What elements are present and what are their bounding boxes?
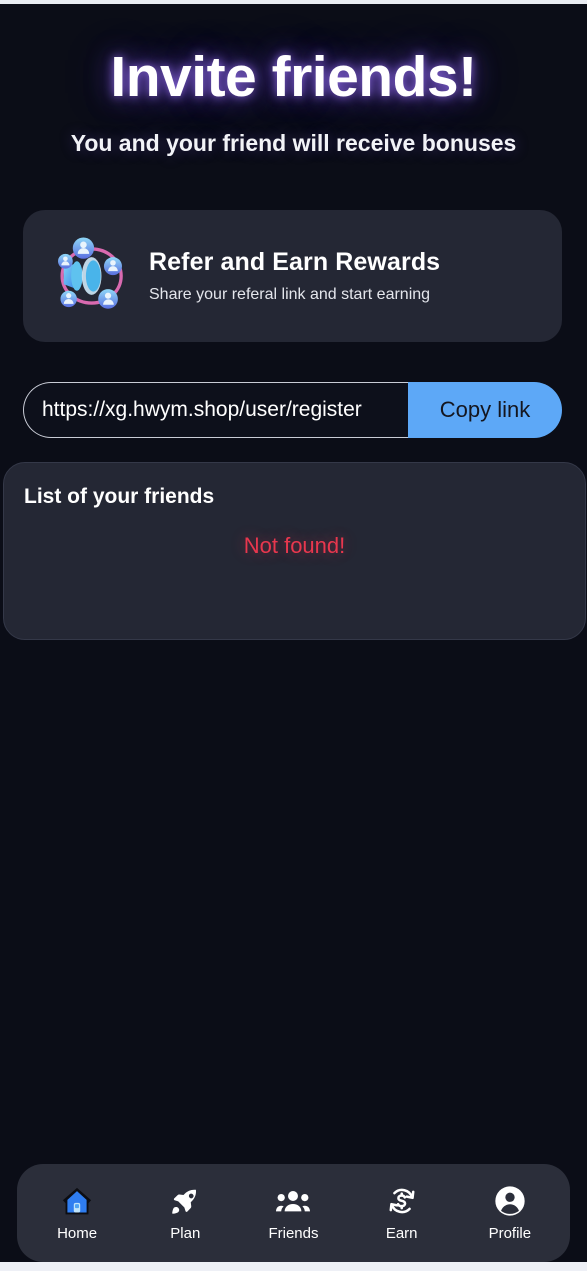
bottom-navigation-bar: Home Plan Friends Earn Profile <box>17 1164 570 1262</box>
nav-item-profile[interactable]: Profile <box>465 1184 555 1242</box>
nav-label-home: Home <box>57 1225 98 1242</box>
referral-link-input[interactable] <box>23 382 408 438</box>
nav-label-earn: Earn <box>385 1225 418 1242</box>
home-icon <box>61 1184 93 1218</box>
nav-label-plan: Plan <box>170 1225 201 1242</box>
friends-empty-state: Not found! <box>243 533 346 558</box>
refer-card-title: Refer and Earn Rewards <box>149 248 441 276</box>
nav-label-profile: Profile <box>488 1225 532 1242</box>
nav-item-friends[interactable]: Friends <box>248 1184 338 1242</box>
invite-friends-screen: Invite friends! You and your friend will… <box>0 0 587 1271</box>
refer-card-subtitle: Share your referal link and start earnin… <box>149 286 431 303</box>
referral-link-row: Copy link <box>23 382 562 438</box>
nav-label-friends: Friends <box>268 1225 319 1242</box>
copy-link-button[interactable]: Copy link <box>408 382 562 438</box>
person-circle-icon <box>494 1184 526 1218</box>
friends-list-title: List of your friends <box>24 485 215 508</box>
browser-bottom-edge <box>0 1262 587 1271</box>
rocket-icon <box>170 1184 200 1218</box>
page-subtitle: You and your friend will receive bonuses <box>70 129 517 156</box>
page-header: Invite friends! You and your friend will… <box>0 0 587 157</box>
refer-card-text: Refer and Earn Rewards Share your refera… <box>149 248 440 304</box>
refer-and-earn-card[interactable]: Refer and Earn Rewards Share your refera… <box>23 210 562 342</box>
referral-network-illustration <box>49 235 131 317</box>
nav-item-earn[interactable]: Earn <box>357 1184 447 1242</box>
browser-top-edge <box>0 0 587 4</box>
nav-item-plan[interactable]: Plan <box>140 1184 230 1242</box>
people-icon <box>276 1184 311 1218</box>
friends-list-card: List of your friends Not found! <box>3 462 586 640</box>
nav-item-home[interactable]: Home <box>32 1184 122 1242</box>
page-title: Invite friends! <box>110 45 477 109</box>
dollar-refresh-icon <box>386 1184 418 1218</box>
